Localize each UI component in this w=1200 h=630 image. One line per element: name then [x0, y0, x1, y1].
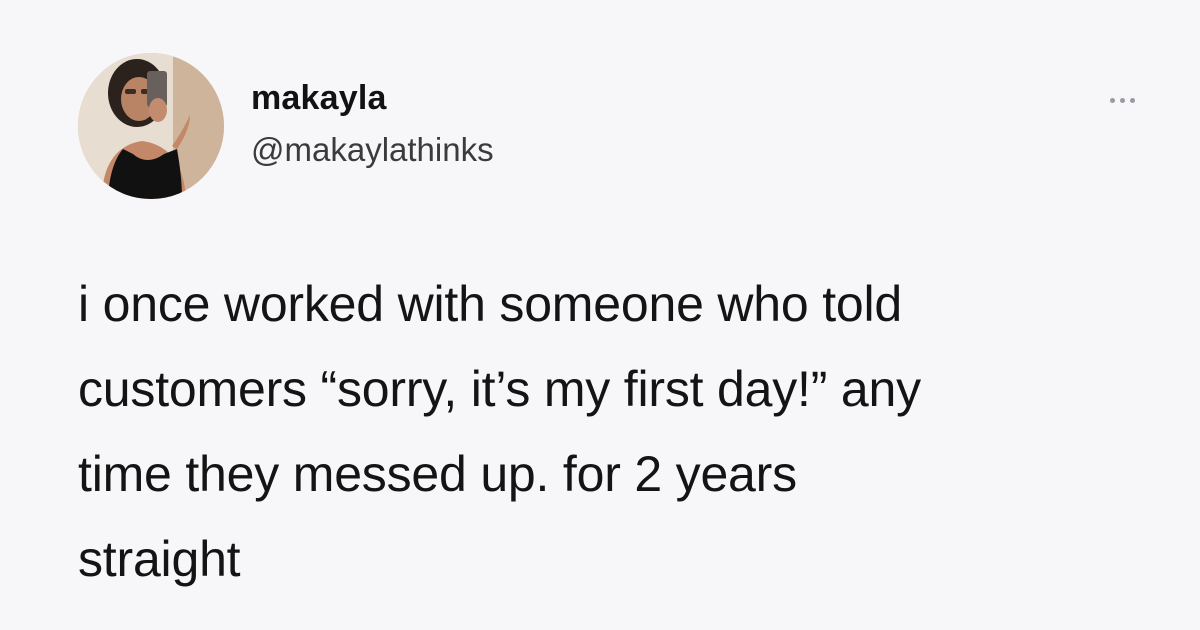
tweet-text-line: time they messed up. for 2 years	[78, 446, 797, 502]
more-options-dot	[1109, 97, 1115, 103]
tweet-text-line: i once worked with someone who told	[78, 276, 903, 332]
more-options-dot	[1119, 97, 1125, 103]
author-info: makayla @makaylathinks	[251, 78, 494, 170]
username-handle[interactable]: @makaylathinks	[251, 130, 494, 170]
more-options-dot	[1129, 97, 1135, 103]
more-options-button[interactable]	[1099, 86, 1145, 114]
tweet-text-line: customers “sorry, it’s my first day!” an…	[78, 361, 921, 417]
tweet-text-line: straight	[78, 531, 241, 587]
avatar-image	[78, 53, 224, 199]
tweet-text: i once worked with someone who told cust…	[78, 262, 1138, 602]
display-name[interactable]: makayla	[251, 78, 494, 118]
tweet-header: makayla @makaylathinks	[78, 53, 494, 199]
avatar[interactable]	[78, 53, 224, 199]
tweet-card: makayla @makaylathinks i once worked wit…	[0, 0, 1200, 630]
